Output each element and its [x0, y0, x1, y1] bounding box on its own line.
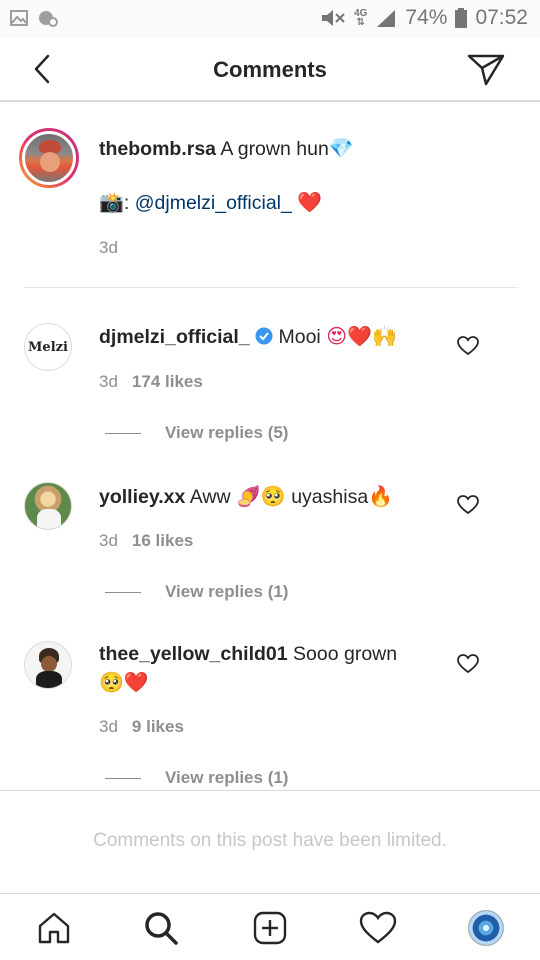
battery-percent: 74%: [405, 6, 448, 29]
comment-text: Aww: [189, 486, 231, 508]
caption-time: 3d: [99, 238, 118, 257]
activity-heart-icon: [359, 911, 397, 944]
network-indicator: 4G ⇅: [354, 8, 368, 28]
nav-home[interactable]: [34, 908, 74, 948]
comment-username[interactable]: yolliey.xx: [99, 486, 185, 508]
settings-notification-icon: [39, 11, 58, 27]
view-replies-button[interactable]: View replies (5): [105, 423, 288, 443]
caption-divider: [24, 287, 518, 288]
like-heart-icon[interactable]: [457, 336, 479, 356]
comment-emoji-mid: 🍠🥺: [235, 484, 286, 508]
replies-dash: [105, 432, 141, 434]
comment-line-wrap: 🥺❤️: [99, 670, 149, 695]
camera-emoji: 📸: [99, 190, 124, 214]
view-replies-label[interactable]: View replies (1): [165, 582, 288, 602]
replies-dash: [105, 777, 141, 779]
comment-meta: 3d 174 likes: [99, 372, 203, 392]
avatar-logo-text: Melzi: [28, 339, 68, 355]
gallery-notification-icon: [10, 10, 28, 26]
nav-search[interactable]: [141, 908, 181, 948]
battery-icon: [455, 8, 468, 28]
comment-meta: 3d 9 likes: [99, 717, 184, 737]
signal-icon: [377, 10, 396, 27]
view-replies-button[interactable]: View replies (1): [105, 582, 288, 602]
comments-limited-notice: Comments on this post have been limited.: [93, 830, 447, 851]
profile-avatar: [468, 910, 504, 946]
view-replies-button[interactable]: View replies (1): [105, 768, 288, 788]
comments-header: Comments: [0, 38, 540, 102]
page-title: Comments: [213, 57, 327, 82]
caption-mention-link[interactable]: @djmelzi_official_: [135, 192, 292, 214]
heart-emoji: ❤️: [297, 190, 323, 214]
caption-username[interactable]: thebomb.rsa: [99, 138, 216, 160]
comment-emoji: 🥺❤️: [99, 670, 149, 694]
status-left: [10, 9, 58, 27]
comment-line: djmelzi_official_ Mooi 😍❤️🙌: [99, 324, 397, 349]
comment-likes[interactable]: 9 likes: [132, 717, 184, 736]
home-icon: [38, 912, 70, 944]
nav-profile[interactable]: [466, 908, 506, 948]
comment-emoji: 😍❤️🙌: [326, 324, 397, 348]
nav-new-post[interactable]: [250, 908, 290, 948]
comment-line: yolliey.xx Aww 🍠🥺 uyashisa🔥: [99, 484, 393, 509]
comment-avatar-thee-yellow-child[interactable]: [24, 641, 72, 689]
comment-time: 3d: [99, 372, 118, 391]
direct-message-icon[interactable]: [466, 52, 506, 88]
nav-activity[interactable]: [358, 908, 398, 948]
credit-prefix: :: [123, 192, 135, 214]
verified-badge-icon: [255, 327, 273, 345]
caption-text: A grown hun: [220, 138, 329, 160]
comment-username[interactable]: thee_yellow_child01: [99, 643, 288, 665]
comment-text-2: uyashisa: [291, 486, 369, 508]
caption-author-avatar[interactable]: [19, 128, 79, 188]
comment-emoji: 🔥: [368, 484, 394, 508]
view-replies-label[interactable]: View replies (1): [165, 768, 288, 788]
status-bar: 4G ⇅ 74% 07:52: [0, 0, 540, 38]
clock: 07:52: [475, 6, 528, 29]
like-heart-icon[interactable]: [457, 495, 479, 515]
new-post-icon: [253, 911, 287, 945]
mute-icon: [322, 10, 345, 26]
like-heart-icon[interactable]: [457, 654, 479, 674]
comment-meta: 3d 16 likes: [99, 531, 193, 551]
view-replies-label[interactable]: View replies (5): [165, 423, 288, 443]
limited-divider: [0, 790, 540, 791]
comment-text: Mooi: [278, 326, 321, 348]
comment-likes[interactable]: 174 likes: [132, 372, 203, 391]
caption-credit-line: 📸: @djmelzi_official_ ❤️: [99, 190, 322, 215]
comment-avatar-djmelzi[interactable]: Melzi: [24, 323, 72, 371]
caption-text-line: thebomb.rsa A grown hun💎: [99, 136, 354, 161]
comment-text: Sooo grown: [293, 643, 398, 665]
comment-avatar-yolliey[interactable]: [24, 482, 72, 530]
bottom-navigation: [0, 893, 540, 960]
search-icon: [145, 912, 178, 945]
comment-username[interactable]: djmelzi_official_: [99, 326, 250, 348]
comment-time: 3d: [99, 531, 118, 550]
replies-dash: [105, 591, 141, 593]
comment-line: thee_yellow_child01 Sooo grown: [99, 643, 397, 666]
comment-time: 3d: [99, 717, 118, 736]
caption-emoji: 💎: [328, 136, 354, 160]
status-right: 4G ⇅ 74% 07:52: [320, 6, 528, 30]
comment-likes[interactable]: 16 likes: [132, 531, 193, 550]
